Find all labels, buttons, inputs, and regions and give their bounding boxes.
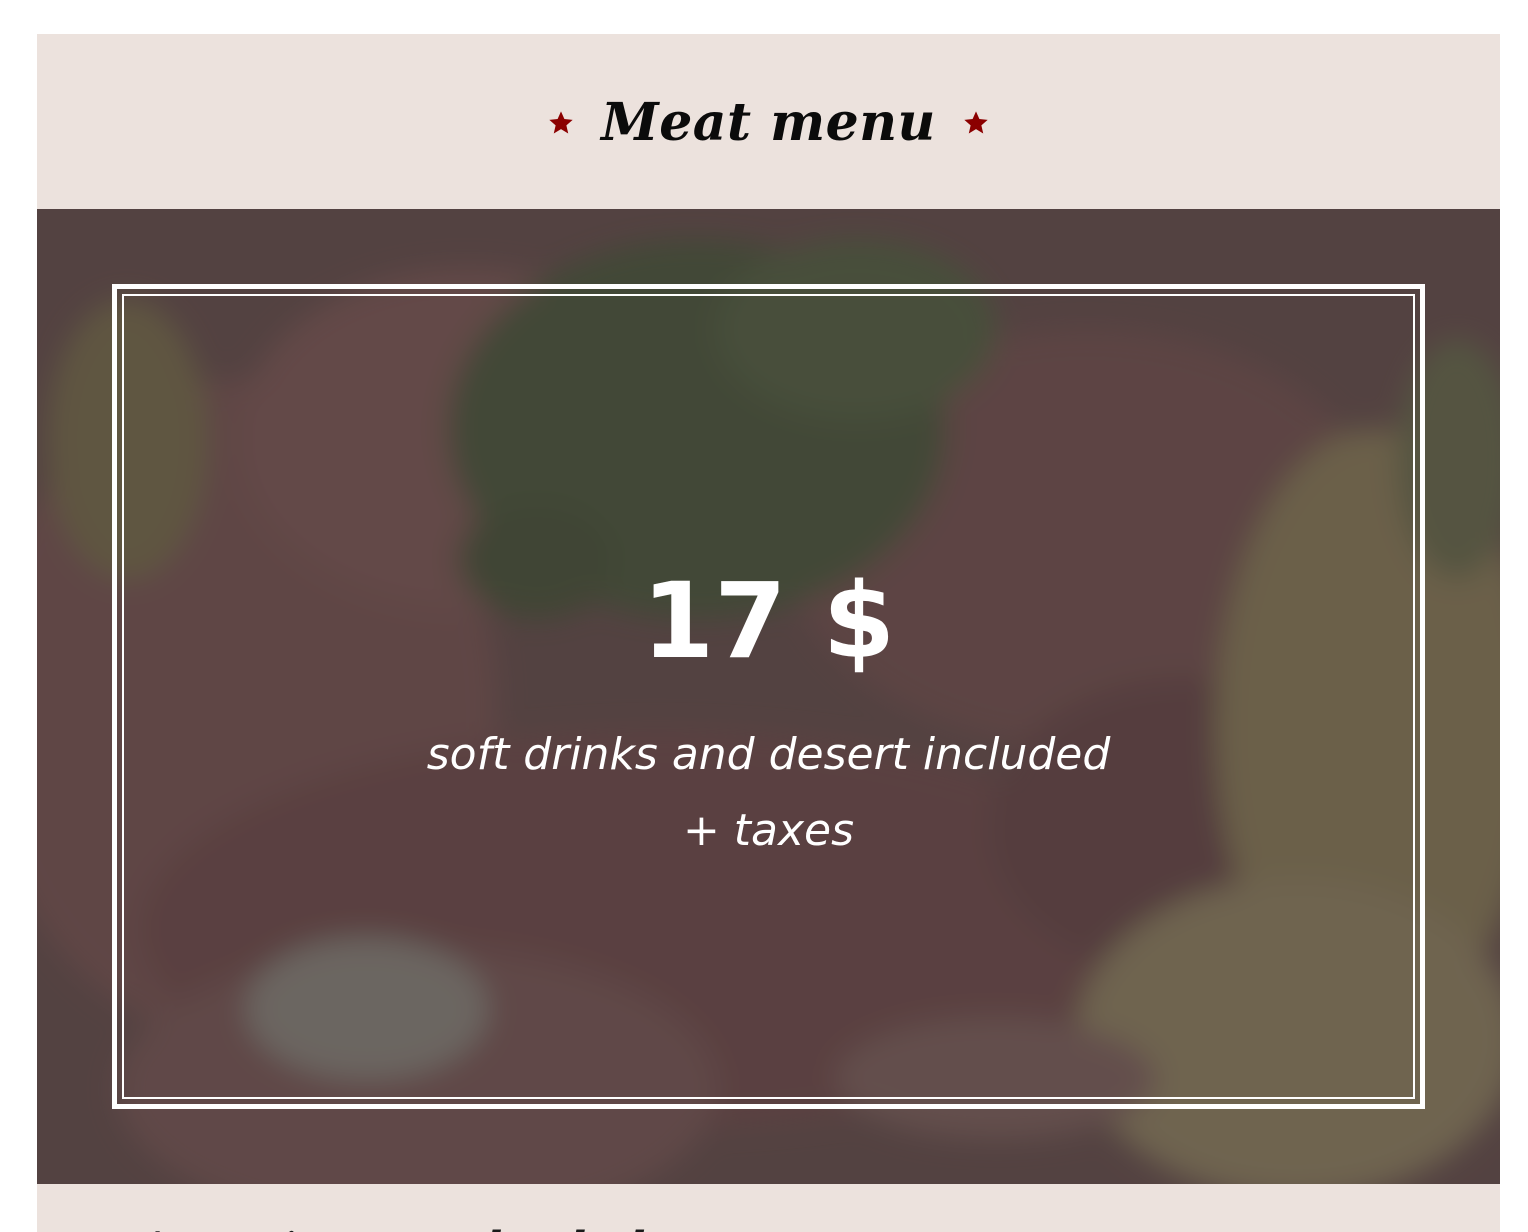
menu-price: 17 $ (641, 560, 896, 682)
star-icon (964, 110, 988, 133)
offer-included-text: soft drinks and desert included (426, 729, 1111, 780)
offer-taxes-text: + taxes (682, 805, 855, 856)
menu-header: Meat menu (37, 34, 1500, 209)
menu-hero: 17 $ soft drinks and desert included + t… (37, 209, 1500, 1184)
star-icon (549, 110, 573, 133)
menu-title-group: Meat menu (547, 92, 990, 153)
offer-frame: 17 $ soft drinks and desert included + t… (112, 284, 1425, 1109)
offer-frame-inner (122, 294, 1415, 1099)
meat-menu-card: Meat menu 17 $ soft drinks and desert in… (37, 34, 1500, 1232)
next-section-title: Appetizers and salads (137, 1222, 671, 1232)
menu-title: Meat menu (601, 92, 936, 153)
